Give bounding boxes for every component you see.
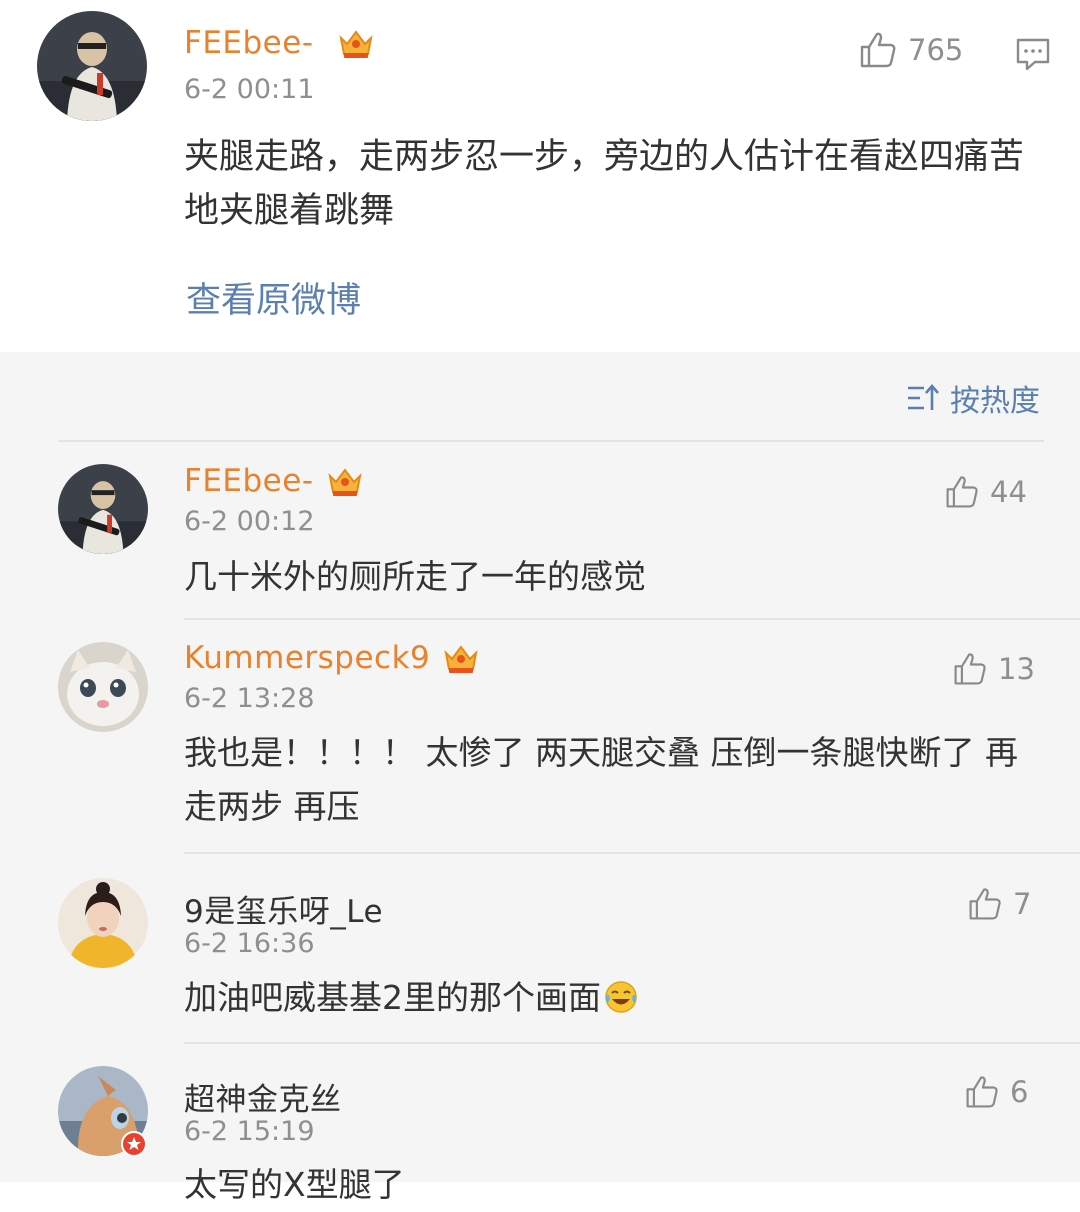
like-count: 44 [990, 475, 1027, 509]
like-button[interactable]: 6 [964, 1074, 1028, 1110]
like-count: 765 [908, 33, 964, 67]
username[interactable]: 9是玺乐呀_Le [184, 886, 383, 931]
username[interactable]: FEEbee- [184, 25, 314, 61]
view-original-link[interactable]: 查看原微博 [186, 272, 361, 323]
comment-icon[interactable] [1015, 36, 1051, 72]
avatar[interactable] [58, 464, 148, 554]
divider [184, 852, 1080, 854]
comment-text: 加油吧威基基2里的那个画面 [184, 971, 1044, 1025]
thumbs-up-icon [966, 1076, 998, 1108]
like-count: 13 [998, 652, 1035, 686]
timestamp: 6-2 13:28 [184, 683, 315, 714]
post-text: 夹腿走路，走两步忍一步，旁边的人估计在看赵四痛苦地夹腿着跳舞 [184, 137, 1025, 231]
thumbs-up-icon [946, 476, 978, 508]
divider [58, 440, 1044, 442]
timestamp: 6-2 16:36 [184, 928, 315, 959]
username[interactable]: 超神金克丝 [184, 1074, 342, 1119]
comment-text: 太写的X型腿了 [184, 1165, 405, 1204]
verified-badge-icon [121, 1131, 147, 1157]
comments-section: 按热度 FEEbee- 6-2 00:12 44 几十米外的厕所走了一年的感觉 … [0, 352, 1080, 1204]
thumbs-up-icon [969, 888, 1001, 920]
like-button[interactable]: 7 [967, 886, 1031, 922]
like-count: 7 [1013, 887, 1032, 921]
divider [184, 1042, 1080, 1044]
avatar[interactable] [58, 642, 148, 732]
timestamp: 6-2 15:19 [184, 1116, 315, 1147]
comment-text-content: 加油吧威基基2里的那个画面 [184, 978, 601, 1017]
main-post: FEEbee- 6-2 00:11 765 夹腿走路，走两步忍一步，旁边的人估计… [0, 0, 1080, 352]
timestamp: 6-2 00:11 [184, 74, 315, 105]
username[interactable]: FEEbee- [184, 463, 314, 499]
avatar[interactable] [58, 878, 148, 968]
avatar[interactable] [37, 11, 147, 121]
thumbs-up-icon [860, 32, 896, 68]
laughing-tears-emoji-icon [605, 981, 637, 1013]
sort-label: 按热度 [950, 384, 1040, 419]
vip-crown-icon [328, 468, 362, 496]
timestamp: 6-2 00:12 [184, 506, 315, 537]
like-count: 6 [1010, 1075, 1029, 1109]
vip-crown-icon [444, 645, 478, 673]
like-button[interactable]: 13 [952, 651, 1035, 687]
divider [184, 618, 1080, 620]
comment-text: 几十米外的厕所走了一年的感觉 [184, 557, 646, 596]
comment-text: 我也是！！！！ 太惨了 两天腿交叠 压倒一条腿快断了 再走两步 再压 [184, 733, 1018, 826]
username[interactable]: Kummerspeck9 [184, 640, 430, 676]
vip-crown-icon [339, 30, 373, 58]
sort-button[interactable]: 按热度 [906, 376, 1040, 420]
like-button[interactable]: 44 [944, 474, 1027, 510]
sort-icon [908, 384, 939, 410]
like-button[interactable]: 765 [858, 30, 963, 70]
thumbs-up-icon [954, 653, 986, 685]
